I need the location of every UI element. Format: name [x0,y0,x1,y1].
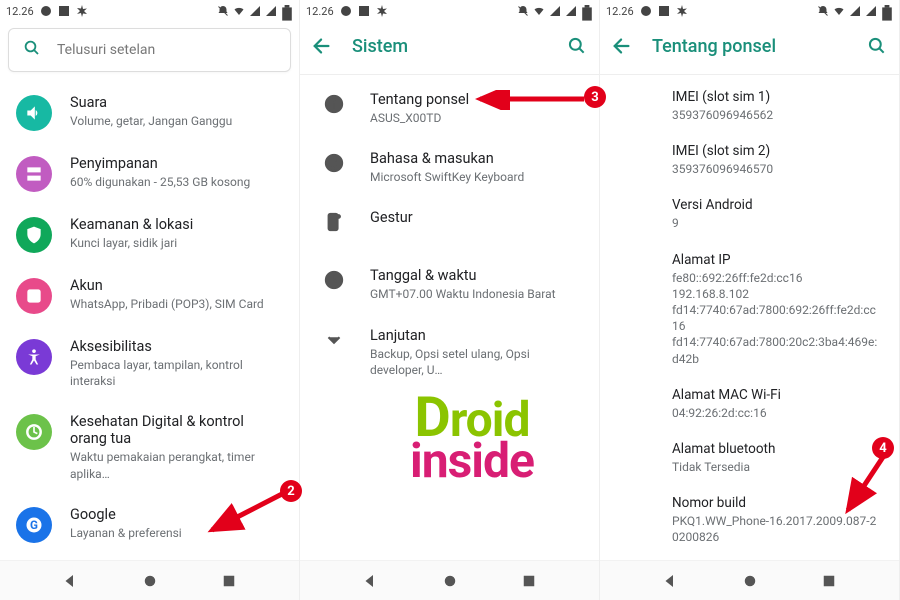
battery-icon [581,5,593,17]
settings-search[interactable]: Telusuri setelan [8,28,291,72]
status-square-icon [358,5,370,17]
screen-title: Sistem [352,36,408,57]
row-security[interactable]: Keamanan & lokasiKunci layar, sidik jari [0,204,299,265]
battery-icon [881,5,893,17]
mute-icon [817,5,829,17]
status-time: 12.26 [606,5,634,18]
globe-icon [322,151,346,175]
row-wellbeing[interactable]: Kesehatan Digital & kontrol orang tuaWak… [0,401,299,493]
search-button[interactable] [565,34,589,58]
settings-main-screen: 12.26 Telusuri setelan SuaraVolume, geta… [0,0,300,600]
detail-build[interactable]: Nomor buildPKQ1.WW_Phone-16.2017.2009.08… [600,485,899,555]
nav-home[interactable] [141,572,159,590]
status-time: 12.26 [6,5,34,18]
status-bar: 12.26 [0,0,299,22]
nav-bar [300,560,599,600]
status-dot-icon [40,5,52,17]
detail-bluetooth[interactable]: Alamat bluetoothTidak Tersedia [600,431,899,485]
status-bar: 12.26 [300,0,599,22]
storage-icon [16,156,52,192]
nav-back[interactable] [661,572,679,590]
status-time: 12.26 [306,5,334,18]
nav-back[interactable] [61,572,79,590]
chevron-down-icon [322,328,346,352]
status-square-icon [658,5,670,17]
search-placeholder: Telusuri setelan [57,42,155,58]
wellbeing-icon [16,414,52,450]
gesture-icon [322,210,346,234]
system-list: Tentang ponselASUS_X00TD Bahasa & masuka… [300,79,599,560]
signal-1-icon [849,5,861,17]
nav-home[interactable] [441,572,459,590]
google-icon: G [16,507,52,543]
nav-back[interactable] [361,572,379,590]
info-icon [322,92,346,116]
nav-recent[interactable] [220,572,238,590]
row-gesture[interactable]: Gestur [300,197,599,255]
account-icon [16,278,52,314]
status-bar: 12.26 [600,0,899,22]
detail-imei2[interactable]: IMEI (slot sim 2)359376096946570 [600,133,899,187]
signal-2-icon [865,5,877,17]
annotation-badge-3: 3 [584,86,606,108]
nav-home[interactable] [741,572,759,590]
back-button[interactable] [610,34,634,58]
signal-1-icon [549,5,561,17]
system-screen: 12.26 Sistem Tentang ponselASUS_X00TD [300,0,600,600]
annotation-badge-2: 2 [280,480,302,502]
wifi-icon [833,5,845,17]
nav-bar [600,560,899,600]
search-button[interactable] [865,34,889,58]
detail-imei1[interactable]: IMEI (slot sim 1)359376096946562 [600,79,899,133]
detail-ip[interactable]: Alamat IPfe80::692:26ff:fe2d:cc16 192.16… [600,242,899,377]
detail-mac[interactable]: Alamat MAC Wi-Fi04:92:26:2d:cc:16 [600,377,899,431]
signal-2-icon [265,5,277,17]
clock-icon [322,268,346,292]
back-button[interactable] [310,34,334,58]
detail-android-version[interactable]: Versi Android9 [600,187,899,241]
status-dot-icon [640,5,652,17]
shield-icon [16,217,52,253]
wifi-icon [233,5,245,17]
mute-icon [517,5,529,17]
row-advanced[interactable]: LanjutanBackup, Opsi setel ulang, Opsi d… [300,315,599,390]
mute-icon [217,5,229,17]
row-accessibility[interactable]: AksesibilitasPembaca layar, tampilan, ko… [0,326,299,401]
nav-recent[interactable] [820,572,838,590]
status-star-icon [676,5,688,17]
wifi-icon [533,5,545,17]
status-star-icon [76,5,88,17]
screen-title: Tentang ponsel [652,36,776,57]
status-star-icon [376,5,388,17]
row-storage[interactable]: Penyimpanan60% digunakan - 25,53 GB koso… [0,143,299,204]
search-icon [23,39,41,61]
signal-2-icon [565,5,577,17]
signal-1-icon [249,5,261,17]
row-sound[interactable]: SuaraVolume, getar, Jangan Ganggu [0,82,299,143]
sound-icon [16,95,52,131]
row-language[interactable]: Bahasa & masukanMicrosoft SwiftKey Keybo… [300,138,599,197]
annotation-badge-4: 4 [872,437,894,459]
status-square-icon [58,5,70,17]
battery-icon [281,5,293,17]
svg-text:G: G [30,518,38,532]
status-dot-icon [340,5,352,17]
app-bar: Sistem [300,22,599,70]
nav-bar [0,560,299,600]
settings-list: SuaraVolume, getar, Jangan Ganggu Penyim… [0,82,299,560]
accessibility-icon [16,339,52,375]
about-list: IMEI (slot sim 1)359376096946562 IMEI (s… [600,79,899,560]
nav-recent[interactable] [520,572,538,590]
row-datetime[interactable]: Tanggal & waktuGMT+07.00 Waktu Indonesia… [300,255,599,314]
row-about-phone[interactable]: Tentang ponselASUS_X00TD [300,79,599,138]
about-phone-screen: 12.26 Tentang ponsel IMEI (slot sim 1)35… [600,0,900,600]
row-google[interactable]: G GoogleLayanan & preferensi [0,494,299,555]
app-bar: Tentang ponsel [600,22,899,70]
row-accounts[interactable]: AkunWhatsApp, Pribadi (POP3), SIM Card [0,265,299,326]
